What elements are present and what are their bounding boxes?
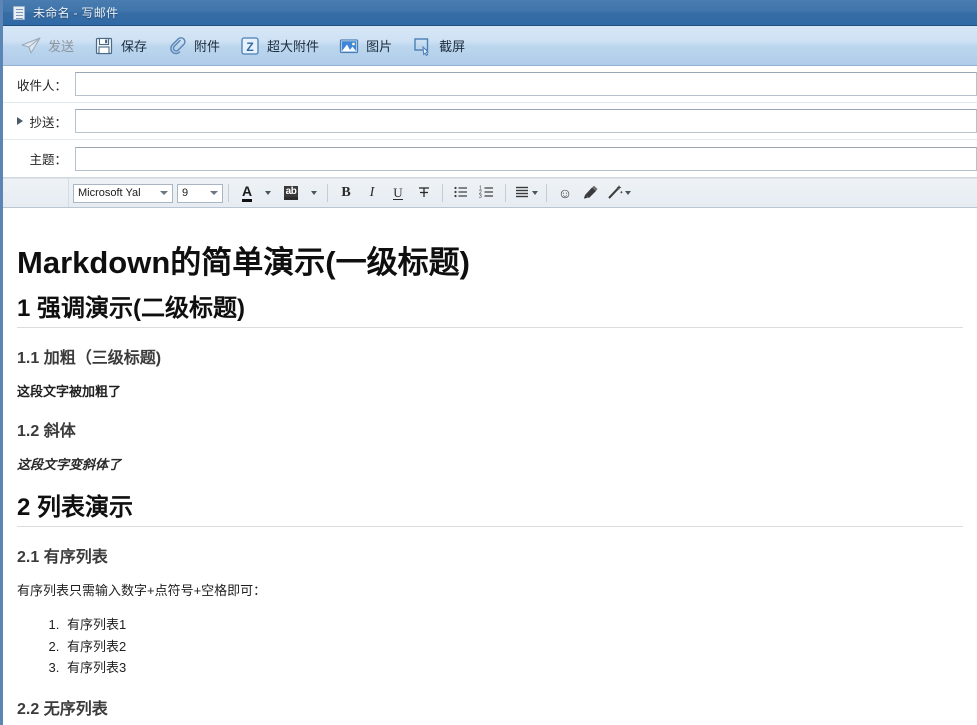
paperclip-icon xyxy=(166,35,188,57)
bold-icon: B xyxy=(341,185,351,200)
heading-2-1: 1 强调演示(二级标题) xyxy=(17,293,963,328)
screenshot-button-label: 截屏 xyxy=(439,39,466,54)
font-color-button[interactable]: A xyxy=(236,182,258,204)
heading-3-2-1: 2.1 有序列表 xyxy=(17,549,108,567)
numbered-list-icon: 1 2 3 xyxy=(479,184,495,203)
send-button[interactable]: 发送 xyxy=(15,31,84,61)
picture-button-label: 图片 xyxy=(366,39,393,54)
chevron-down-icon xyxy=(210,191,218,195)
ordered-list: 有序列表1 有序列表2 有序列表3 xyxy=(17,614,963,678)
title-bar: 未命名 - 写邮件 xyxy=(3,0,977,26)
screenshot-button[interactable]: 截屏 xyxy=(406,31,475,61)
picture-button[interactable]: 图片 xyxy=(333,31,402,61)
heading-1: Markdown的简单演示(一级标题) xyxy=(17,245,470,280)
emoji-button[interactable]: ☺ xyxy=(554,182,576,204)
font-size-select[interactable]: 9 xyxy=(177,183,223,203)
signature-button[interactable] xyxy=(580,182,602,204)
compose-mail-window: 未命名 - 写邮件 发送 保存 附件 Z 超大附件 图片 截屏 收件人： 抄送：… xyxy=(0,0,977,725)
main-toolbar: 发送 保存 附件 Z 超大附件 图片 截屏 xyxy=(3,26,977,66)
send-icon xyxy=(20,35,42,57)
separator xyxy=(228,184,229,202)
emoji-icon: ☺ xyxy=(557,185,573,201)
format-toolbar: Microsoft Yal 9 A ab B I U 1 2 3 ☺ xyxy=(3,178,977,208)
font-family-select[interactable]: Microsoft Yal xyxy=(73,183,173,203)
heading-3-1-1: 1.1 加粗（三级标题) xyxy=(17,349,162,367)
svg-text:3: 3 xyxy=(479,194,482,200)
numbered-list-button[interactable]: 1 2 3 xyxy=(476,182,498,204)
document-icon xyxy=(12,5,26,20)
paragraph-italic: 这段文字变斜体了 xyxy=(17,456,122,472)
document-content: Markdown的简单演示(一级标题) 1 强调演示(二级标题) 1.1 加粗（… xyxy=(17,218,963,720)
subject-input[interactable] xyxy=(75,146,977,171)
italic-button[interactable]: I xyxy=(361,182,383,204)
recipient-input[interactable] xyxy=(75,72,977,96)
list-item: 有序列表3 xyxy=(63,657,963,678)
cc-label-text: 抄送： xyxy=(29,115,67,130)
big-attachment-icon: Z xyxy=(239,35,261,57)
expand-triangle-icon[interactable] xyxy=(17,117,23,125)
chevron-down-icon xyxy=(625,191,631,195)
subject-label: 主题： xyxy=(29,153,67,167)
magic-button[interactable] xyxy=(606,182,632,204)
highlight-icon: ab xyxy=(283,186,299,200)
mail-header-fields: 收件人： 抄送： 主题： xyxy=(3,66,977,178)
bold-button[interactable]: B xyxy=(335,182,357,204)
highlight-color-button[interactable]: ab xyxy=(278,182,304,204)
big-attachment-button-label: 超大附件 xyxy=(267,39,320,54)
chevron-down-icon xyxy=(265,191,271,195)
picture-icon xyxy=(338,35,360,57)
chevron-down-icon xyxy=(160,191,168,195)
cc-input[interactable] xyxy=(75,109,977,133)
recipient-row: 收件人： xyxy=(3,66,977,103)
font-family-value: Microsoft Yal xyxy=(78,187,141,199)
paragraph-bold: 这段文字被加粗了 xyxy=(17,383,122,399)
screenshot-icon xyxy=(411,35,433,57)
align-icon xyxy=(514,184,530,203)
mail-body-editor[interactable]: Markdown的简单演示(一级标题) 1 强调演示(二级标题) 1.1 加粗（… xyxy=(3,218,977,725)
format-toolbar-gutter xyxy=(3,179,69,207)
magic-wand-icon xyxy=(607,184,623,203)
align-button[interactable] xyxy=(513,182,539,204)
attachment-button[interactable]: 附件 xyxy=(161,31,230,61)
strikethrough-icon xyxy=(416,184,432,203)
send-button-label: 发送 xyxy=(48,39,75,54)
list-item: 有序列表2 xyxy=(63,636,963,657)
signature-icon xyxy=(583,184,599,203)
bullet-list-icon xyxy=(453,184,469,203)
attachment-button-label: 附件 xyxy=(194,39,221,54)
underline-button[interactable]: U xyxy=(387,182,409,204)
separator xyxy=(442,184,443,202)
big-attachment-button[interactable]: Z 超大附件 xyxy=(234,31,329,61)
subject-row: 主题： xyxy=(3,140,977,177)
chevron-down-icon xyxy=(311,191,317,195)
underline-icon: U xyxy=(393,185,403,200)
window-title: 未命名 - 写邮件 xyxy=(33,6,119,20)
list-item: 有序列表1 xyxy=(63,614,963,635)
save-button-label: 保存 xyxy=(121,39,148,54)
separator xyxy=(505,184,506,202)
heading-2-2: 2 列表演示 xyxy=(17,492,963,528)
font-color-icon: A xyxy=(241,184,253,202)
strikethrough-button[interactable] xyxy=(413,182,435,204)
cc-row: 抄送： xyxy=(3,103,977,140)
heading-3-1-2: 1.2 斜体 xyxy=(17,423,76,441)
save-button[interactable]: 保存 xyxy=(88,31,157,61)
highlight-color-dropdown[interactable] xyxy=(306,182,320,204)
separator xyxy=(546,184,547,202)
cc-label: 抄送： xyxy=(3,112,75,131)
svg-text:Z: Z xyxy=(246,40,253,54)
bullet-list-button[interactable] xyxy=(450,182,472,204)
italic-icon: I xyxy=(369,185,375,200)
heading-3-2-2: 2.2 无序列表 xyxy=(17,700,108,718)
font-size-value: 9 xyxy=(182,187,189,199)
chevron-down-icon xyxy=(532,191,538,195)
font-color-dropdown[interactable] xyxy=(260,182,274,204)
separator xyxy=(327,184,328,202)
paragraph-ordered-intro: 有序列表只需输入数字+点符号+空格即可： xyxy=(17,582,267,598)
save-icon xyxy=(93,35,115,57)
recipient-label: 收件人： xyxy=(16,78,67,93)
